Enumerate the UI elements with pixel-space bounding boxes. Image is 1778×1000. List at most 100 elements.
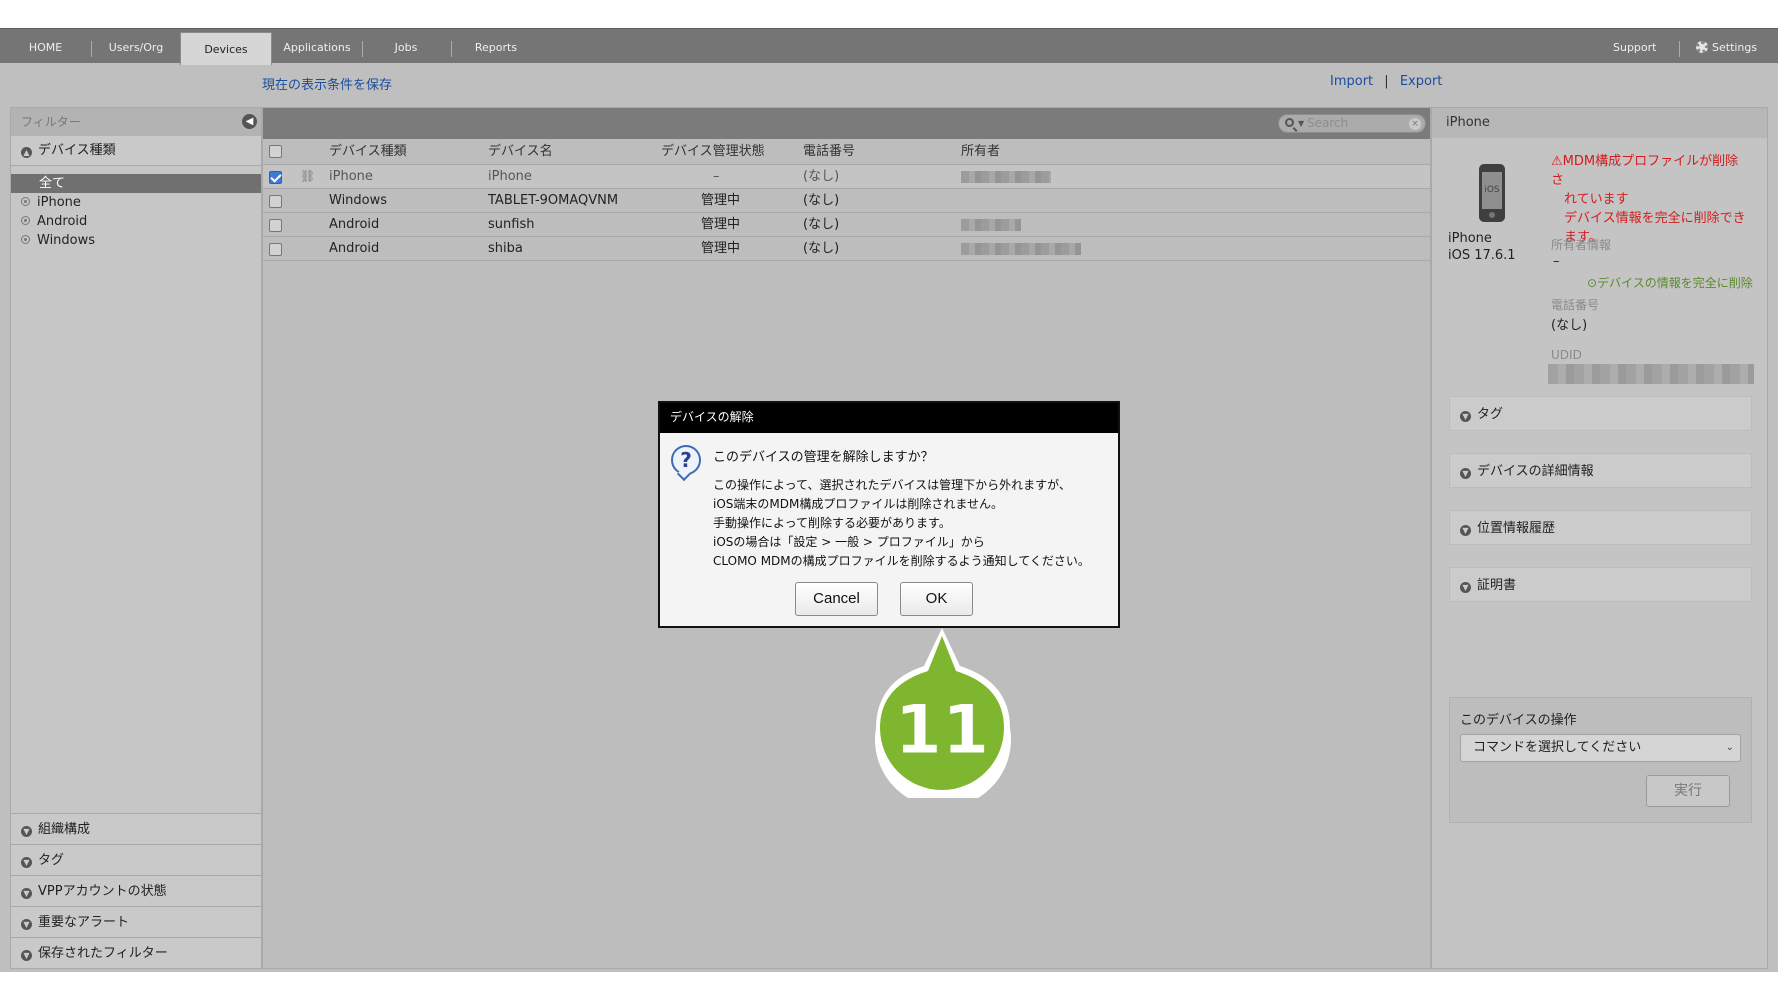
device-type-section[interactable]: ▲ デバイス種類	[11, 136, 261, 166]
section-label: 保存されたフィルター	[38, 946, 168, 961]
table-row[interactable]: Android sunfish 管理中 (なし)	[263, 213, 1430, 237]
cell-name: sunfish	[488, 217, 535, 232]
os-version: iOS 17.6.1	[1448, 248, 1516, 263]
column-header-phone[interactable]: 電話番号	[803, 139, 855, 165]
column-header-owner[interactable]: 所有者	[961, 139, 1000, 165]
row-checkbox[interactable]	[269, 171, 282, 184]
table-toolbar: ▼ Search ×	[263, 108, 1430, 139]
command-select[interactable]: コマンドを選択してください ⌄	[1460, 734, 1741, 762]
operations-title: このデバイスの操作	[1460, 713, 1577, 728]
export-link[interactable]: Export	[1400, 74, 1443, 89]
cell-owner-redacted	[961, 165, 1051, 189]
radio-icon	[21, 216, 30, 225]
section-location-history[interactable]: ▼ 位置情報履歴	[1449, 510, 1752, 545]
cell-name: iPhone	[488, 169, 532, 184]
section-label: 重要なアラート	[38, 915, 130, 930]
details-title: iPhone	[1432, 108, 1767, 138]
filter-item-iphone[interactable]: iPhone	[11, 193, 261, 212]
cell-name: shiba	[488, 241, 523, 256]
section-vpp[interactable]: ▼ VPPアカウントの状態	[11, 875, 261, 906]
tab-jobs[interactable]: Jobs	[368, 29, 444, 64]
question-icon: ?	[671, 445, 701, 475]
filter-item-windows[interactable]: Windows	[11, 231, 261, 250]
table-row[interactable]: Android shiba 管理中 (なし)	[263, 237, 1430, 261]
device-model-info: iPhone iOS 17.6.1	[1448, 230, 1516, 264]
cell-phone: (なし)	[803, 193, 840, 208]
section-certificates[interactable]: ▼ 証明書	[1449, 567, 1752, 602]
sidebar-bottom-sections: ▼ 組織構成 ▼ タグ ▼ VPPアカウントの状態 ▼ 重要なアラート ▼ 保存されたフィ…	[11, 813, 261, 968]
filter-item-label: iPhone	[37, 195, 81, 210]
section-label: 証明書	[1477, 578, 1517, 593]
table-row[interactable]: ⛓ iPhone iPhone – (なし)	[263, 165, 1430, 189]
wipe-device-link[interactable]: ⊙デバイスの情報を完全に削除	[1587, 274, 1753, 291]
column-header-name[interactable]: デバイス名	[488, 139, 553, 165]
save-view-link[interactable]: 現在の表示条件を保存	[262, 74, 392, 93]
row-checkbox[interactable]	[269, 219, 282, 232]
section-label: VPPアカウントの状態	[38, 884, 167, 899]
select-all-checkbox[interactable]	[269, 145, 282, 158]
cell-name: TABLET-9OMAQVNM	[488, 193, 619, 208]
filter-title: フィルター	[21, 115, 81, 129]
section-tag[interactable]: ▼ タグ	[11, 844, 261, 875]
search-dropdown-icon[interactable]: ▼	[1298, 115, 1304, 132]
step-callout-badge: 11	[875, 628, 1011, 798]
filter-item-all[interactable]: 全て	[11, 174, 261, 193]
tab-applications[interactable]: Applications	[276, 29, 358, 64]
column-header-type[interactable]: デバイス種類	[329, 139, 407, 165]
alert-line: MDM構成プロファイルが削除さ	[1551, 154, 1739, 188]
section-saved-filters[interactable]: ▼ 保存されたフィルター	[11, 937, 261, 968]
dialog-body-line: 手動操作によって削除する必要があります。	[713, 516, 951, 530]
device-operations: このデバイスの操作 コマンドを選択してください ⌄ 実行	[1449, 697, 1752, 823]
alert-line: デバイス情報を完全に削除でき	[1564, 211, 1746, 226]
cell-owner-redacted	[961, 237, 1081, 261]
cell-phone: (なし)	[803, 217, 840, 232]
phone-value: (なし)	[1551, 318, 1588, 333]
gear-icon	[1696, 41, 1708, 53]
import-export: Import | Export	[1330, 74, 1442, 89]
filter-item-android[interactable]: Android	[11, 212, 261, 231]
search-input[interactable]: ▼ Search ×	[1278, 114, 1426, 133]
chevron-down-icon: ▼	[1460, 582, 1471, 593]
column-header-status[interactable]: デバイス管理状態	[661, 139, 765, 165]
device-model: iPhone	[1448, 231, 1492, 246]
chevron-down-icon: ▼	[21, 888, 32, 899]
import-link[interactable]: Import	[1330, 74, 1373, 89]
row-checkbox[interactable]	[269, 243, 282, 256]
app-window: HOME Users/Org Devices Applications Jobs…	[0, 28, 1778, 972]
collapse-sidebar-icon[interactable]: ◀	[242, 114, 257, 129]
dialog-title: デバイスの解除	[660, 403, 1118, 433]
support-link[interactable]: Support	[1613, 29, 1656, 64]
tab-home[interactable]: HOME	[8, 29, 83, 64]
chevron-down-icon: ▼	[21, 950, 32, 961]
phone-screen-label: iOS	[1482, 172, 1502, 209]
settings-link[interactable]: Settings	[1696, 29, 1757, 64]
cell-status: 管理中	[701, 241, 741, 256]
section-tags[interactable]: ▼ タグ	[1449, 396, 1752, 431]
ok-button[interactable]: OK	[900, 582, 973, 616]
tab-users-org[interactable]: Users/Org	[96, 29, 176, 64]
callout-step-number: 11	[895, 691, 990, 770]
section-alerts[interactable]: ▼ 重要なアラート	[11, 906, 261, 937]
section-label: デバイスの詳細情報	[1477, 464, 1594, 479]
chevron-up-icon: ▲	[21, 147, 32, 158]
cell-status: 管理中	[701, 217, 741, 232]
run-button[interactable]: 実行	[1646, 775, 1730, 807]
section-org[interactable]: ▼ 組織構成	[11, 813, 261, 844]
clear-search-icon[interactable]: ×	[1409, 118, 1421, 130]
filter-header: フィルター ◀	[11, 108, 261, 136]
tab-devices[interactable]: Devices	[180, 32, 272, 65]
chevron-down-icon: ▼	[1460, 411, 1471, 422]
table-row[interactable]: Windows TABLET-9OMAQVNM 管理中 (なし)	[263, 189, 1430, 213]
tab-separator	[91, 41, 92, 57]
dialog-body-line: この操作によって、選択されたデバイスは管理下から外れますが、	[713, 478, 1071, 492]
tab-reports[interactable]: Reports	[458, 29, 534, 64]
dialog-body: この操作によって、選択されたデバイスは管理下から外れますが、 iOS端末のMDM…	[713, 476, 1090, 571]
phone-label: 電話番号	[1551, 298, 1600, 312]
cancel-button[interactable]: Cancel	[795, 582, 878, 616]
wipe-label: デバイスの情報を完全に削除	[1597, 276, 1753, 290]
cell-type: Android	[329, 217, 380, 232]
section-device-details[interactable]: ▼ デバイスの詳細情報	[1449, 453, 1752, 488]
row-checkbox[interactable]	[269, 195, 282, 208]
filter-item-label: Windows	[37, 233, 96, 248]
chevron-down-icon: ▼	[21, 919, 32, 930]
